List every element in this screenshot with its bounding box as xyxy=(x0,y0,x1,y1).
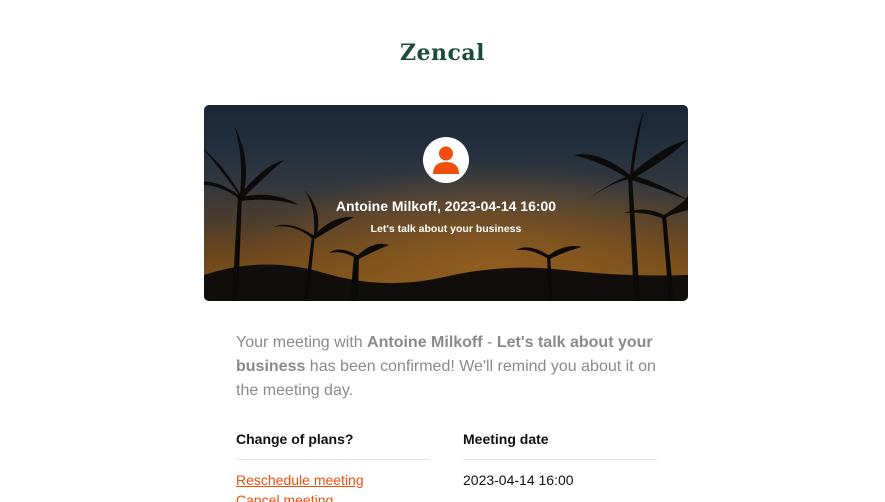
email-page: Zencal Antoine Milkoff, 2023-04-14 16:00… xyxy=(0,0,885,502)
message-separator: - xyxy=(482,334,497,351)
message-host: Antoine Milkoff xyxy=(367,334,483,351)
meeting-date-section: Meeting date 2023-04-14 16:00 xyxy=(463,430,657,490)
cancel-meeting-link[interactable]: Cancel meeting xyxy=(236,490,430,502)
meeting-heading: Antoine Milkoff, 2023-04-14 16:00 xyxy=(335,198,557,214)
user-icon xyxy=(433,146,459,174)
change-of-plans-section: Change of plans? Reschedule meeting Canc… xyxy=(236,430,430,502)
plan-links: Reschedule meeting Cancel meeting xyxy=(236,470,430,502)
meeting-subheading: Let's talk about your business xyxy=(370,223,522,235)
meeting-date-value: 2023-04-14 16:00 xyxy=(463,472,574,488)
meeting-date-heading: Meeting date xyxy=(463,430,657,460)
brand-logo: Zencal xyxy=(399,40,486,66)
confirmation-message: Your meeting with Antoine Milkoff - Let'… xyxy=(236,331,656,403)
hero-banner: Antoine Milkoff, 2023-04-14 16:00 Let's … xyxy=(204,105,688,301)
message-prefix: Your meeting with xyxy=(236,334,368,351)
change-of-plans-heading: Change of plans? xyxy=(236,430,430,460)
host-avatar xyxy=(423,137,469,183)
reschedule-meeting-link[interactable]: Reschedule meeting xyxy=(236,470,430,490)
